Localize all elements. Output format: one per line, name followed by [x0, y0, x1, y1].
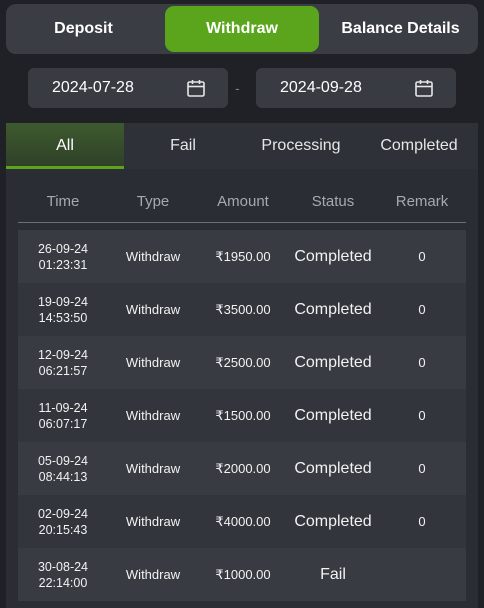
table-row[interactable]: 30-08-24 22:14:00 Withdraw ₹1000.00 Fail: [18, 548, 466, 601]
row-type: Withdraw: [125, 408, 181, 423]
table-row[interactable]: 26-09-24 01:23:31 Withdraw ₹1950.00 Compl…: [18, 230, 466, 283]
row-time: 26-09-24 01:23:31: [37, 241, 89, 272]
row-status: Fail: [320, 565, 346, 583]
row-status: Completed: [294, 353, 372, 371]
row-type: Withdraw: [125, 355, 181, 370]
row-amount: ₹1950.00: [215, 248, 271, 264]
table-row[interactable]: 19-09-24 14:53:50 Withdraw ₹3500.00 Compl…: [18, 283, 466, 336]
row-status: Completed: [294, 459, 372, 477]
table-header: Time Type Amount Status Remark: [18, 181, 466, 223]
header-time: Time: [46, 193, 80, 210]
row-time: 11-09-24 06:07:17: [38, 400, 88, 431]
row-remark: 0: [418, 461, 426, 476]
row-amount: ₹1000.00: [215, 566, 271, 582]
row-amount: ₹3500.00: [215, 301, 271, 317]
row-remark: 0: [418, 514, 426, 529]
table-row[interactable]: 11-09-24 06:07:17 Withdraw ₹1500.00 Compl…: [18, 389, 466, 442]
start-date-picker[interactable]: 2024-07-28: [28, 68, 228, 108]
table-row[interactable]: 12-09-24 06:21:57 Withdraw ₹2500.00 Compl…: [18, 336, 466, 389]
header-type: Type: [136, 193, 170, 210]
end-date-picker[interactable]: 2024-09-28: [256, 68, 456, 108]
row-type: Withdraw: [125, 302, 181, 317]
row-time: 19-09-24 14:53:50: [37, 294, 89, 325]
tab-fail[interactable]: Fail: [124, 123, 242, 169]
row-amount: ₹2000.00: [215, 460, 271, 476]
status-filter-tabs: All Fail Processing Completed: [6, 123, 478, 169]
row-amount: ₹4000.00: [215, 513, 271, 529]
row-remark: 0: [418, 249, 426, 264]
row-type: Withdraw: [125, 514, 181, 529]
table-body: 26-09-24 01:23:31 Withdraw ₹1950.00 Compl…: [18, 230, 466, 601]
row-time: 12-09-24 06:21:57: [37, 347, 89, 378]
tab-completed[interactable]: Completed: [360, 123, 478, 169]
row-time: 30-08-24 22:14:00: [37, 559, 89, 590]
row-time: 05-09-24 08:44:13: [37, 453, 89, 484]
tab-balance-details[interactable]: Balance Details: [325, 6, 476, 52]
calendar-icon: [187, 80, 205, 97]
header-status: Status: [311, 193, 355, 210]
row-status: Completed: [294, 247, 372, 265]
tab-withdraw[interactable]: Withdraw: [165, 6, 319, 52]
row-status: Completed: [294, 512, 372, 530]
row-remark: 0: [418, 302, 426, 317]
row-type: Withdraw: [125, 567, 181, 582]
tab-deposit[interactable]: Deposit: [8, 6, 159, 52]
row-type: Withdraw: [125, 461, 181, 476]
start-date-value: 2024-07-28: [52, 79, 134, 96]
table-row[interactable]: 05-09-24 08:44:13 Withdraw ₹2000.00 Compl…: [18, 442, 466, 495]
tab-processing[interactable]: Processing: [242, 123, 360, 169]
row-remark: 0: [418, 408, 426, 423]
row-type: Withdraw: [125, 249, 181, 264]
row-status: Completed: [294, 406, 372, 424]
record-type-tabs: Deposit Withdraw Balance Details: [6, 4, 478, 54]
header-remark: Remark: [395, 193, 449, 210]
calendar-icon: [415, 80, 433, 97]
row-time: 02-09-24 20:15:43: [37, 506, 89, 537]
tab-all[interactable]: All: [6, 123, 124, 169]
date-range-separator: -: [235, 80, 240, 96]
table-row[interactable]: 02-09-24 20:15:43 Withdraw ₹4000.00 Compl…: [18, 495, 466, 548]
row-remark: 0: [418, 355, 426, 370]
row-amount: ₹2500.00: [215, 354, 271, 370]
header-amount: Amount: [217, 193, 269, 210]
row-status: Completed: [294, 300, 372, 318]
row-amount: ₹1500.00: [215, 407, 271, 423]
withdraw-records-table: Time Type Amount Status Remark 26-09-24 0…: [6, 169, 478, 608]
end-date-value: 2024-09-28: [280, 79, 362, 96]
